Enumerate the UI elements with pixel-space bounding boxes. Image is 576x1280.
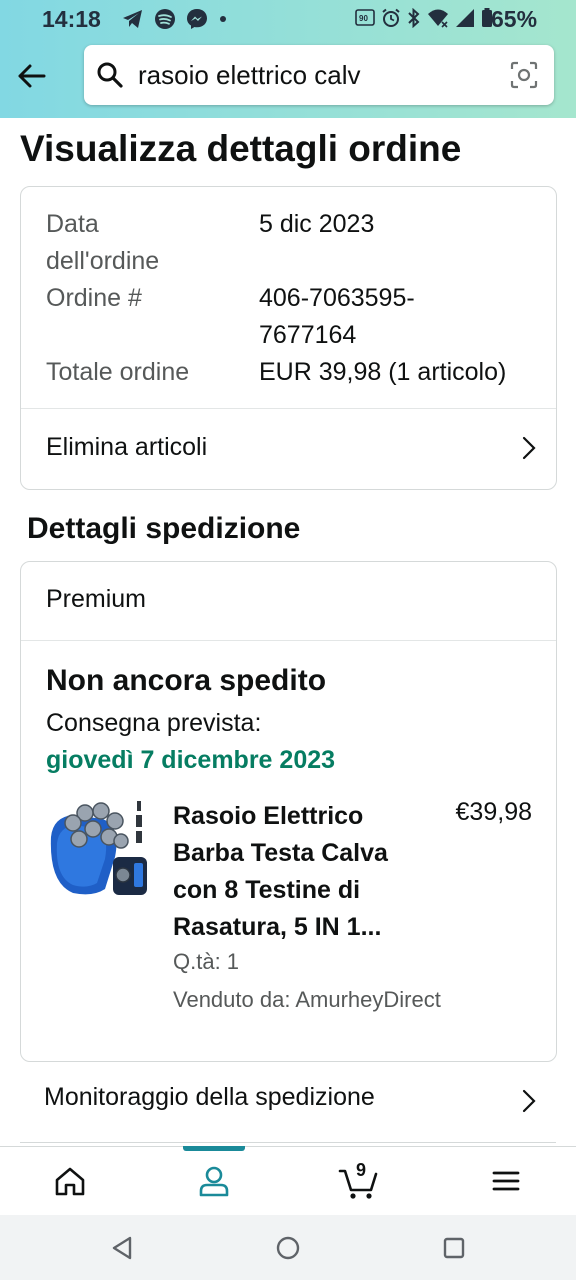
system-recents-button[interactable] <box>441 1235 467 1261</box>
status-time: 14:18 <box>42 6 101 32</box>
order-number-value-cont: 7677164 <box>259 321 357 349</box>
app-header: 14:18 90 65% rasoio elettrico calv <box>0 0 576 118</box>
camera-search-icon[interactable] <box>510 61 538 89</box>
alarm-icon <box>381 8 401 28</box>
status-system-icons: 90 <box>355 8 493 28</box>
track-shipment-row[interactable]: Monitoraggio della spedizione <box>20 1062 556 1143</box>
system-back-button[interactable] <box>110 1235 136 1261</box>
bottom-navigation <box>0 1146 576 1215</box>
delete-items-label[interactable]: Elimina articoli <box>46 429 207 466</box>
bluetooth-icon <box>407 8 421 28</box>
shaver-image <box>50 801 147 895</box>
shipment-card: Premium Non ancora spedito Consegna prev… <box>20 561 557 1062</box>
divider <box>21 640 556 641</box>
status-notification-icons <box>122 8 228 30</box>
cart-count-badge: 9 <box>356 1160 367 1180</box>
shipping-type: Premium <box>46 585 147 613</box>
dot-icon <box>218 14 228 24</box>
delivery-label: Consegna prevista: <box>46 709 262 737</box>
search-input[interactable]: rasoio elettrico calv <box>84 45 554 105</box>
status-bar: 14:18 90 65% <box>0 0 576 38</box>
order-summary-card: Data dell'ordine 5 dic 2023 Ordine # 406… <box>20 186 557 490</box>
system-navigation-bar <box>0 1215 576 1280</box>
wifi-icon <box>427 8 449 28</box>
back-button[interactable] <box>14 58 50 94</box>
product-price: €39,98 <box>455 798 532 826</box>
arrow-left-icon <box>18 64 46 88</box>
home-icon <box>55 1167 85 1196</box>
menu-icon <box>492 1171 520 1191</box>
order-total-value: EUR 39,98 (1 articolo) <box>259 358 507 386</box>
shipment-status: Non ancora spedito <box>46 664 327 697</box>
chevron-right-icon <box>522 436 536 465</box>
search-icon <box>96 61 124 89</box>
track-shipment-label[interactable]: Monitoraggio della spedizione <box>44 1083 375 1112</box>
divider <box>20 1142 556 1143</box>
hd-voice-icon: 90 <box>355 9 375 27</box>
square-recents-icon <box>443 1237 465 1259</box>
circle-home-icon <box>276 1236 300 1260</box>
product-title-link[interactable]: Rasoio Elettrico Barba Testa Calva con 8… <box>173 798 423 946</box>
product-seller: Venduto da: AmurheyDirect <box>173 987 441 1012</box>
product-quantity: Q.tà: 1 <box>173 949 240 974</box>
messenger-icon <box>186 8 208 30</box>
svg-text:90: 90 <box>359 14 368 23</box>
shipping-section-title: Dettagli spedizione <box>27 512 301 545</box>
active-tab-indicator <box>183 1146 245 1151</box>
spotify-icon <box>154 8 176 30</box>
telegram-icon <box>122 9 144 29</box>
search-query[interactable]: rasoio elettrico calv <box>138 60 361 91</box>
signal-icon <box>455 8 475 28</box>
delivery-date: giovedì 7 dicembre 2023 <box>46 746 336 774</box>
order-total-label: Totale ordine <box>46 358 190 386</box>
order-date-label: Data <box>46 210 99 238</box>
order-number-label: Ordine # <box>46 284 142 312</box>
product-image[interactable] <box>43 797 153 907</box>
order-number-value: 406-7063595- <box>259 284 415 312</box>
page-title: Visualizza dettagli ordine <box>20 128 462 169</box>
triangle-back-icon <box>112 1236 132 1260</box>
battery-percentage: 65% <box>491 6 538 32</box>
chevron-right-icon <box>522 1089 536 1118</box>
nav-home[interactable] <box>50 1161 90 1201</box>
account-icon <box>199 1166 229 1197</box>
order-date-value: 5 dic 2023 <box>259 210 375 238</box>
nav-account[interactable] <box>194 1161 234 1201</box>
nav-menu[interactable] <box>486 1161 526 1201</box>
order-date-label-cont: dell'ordine <box>46 247 160 275</box>
delete-items-row[interactable]: Elimina articoli <box>21 409 556 488</box>
system-home-button[interactable] <box>275 1235 301 1261</box>
